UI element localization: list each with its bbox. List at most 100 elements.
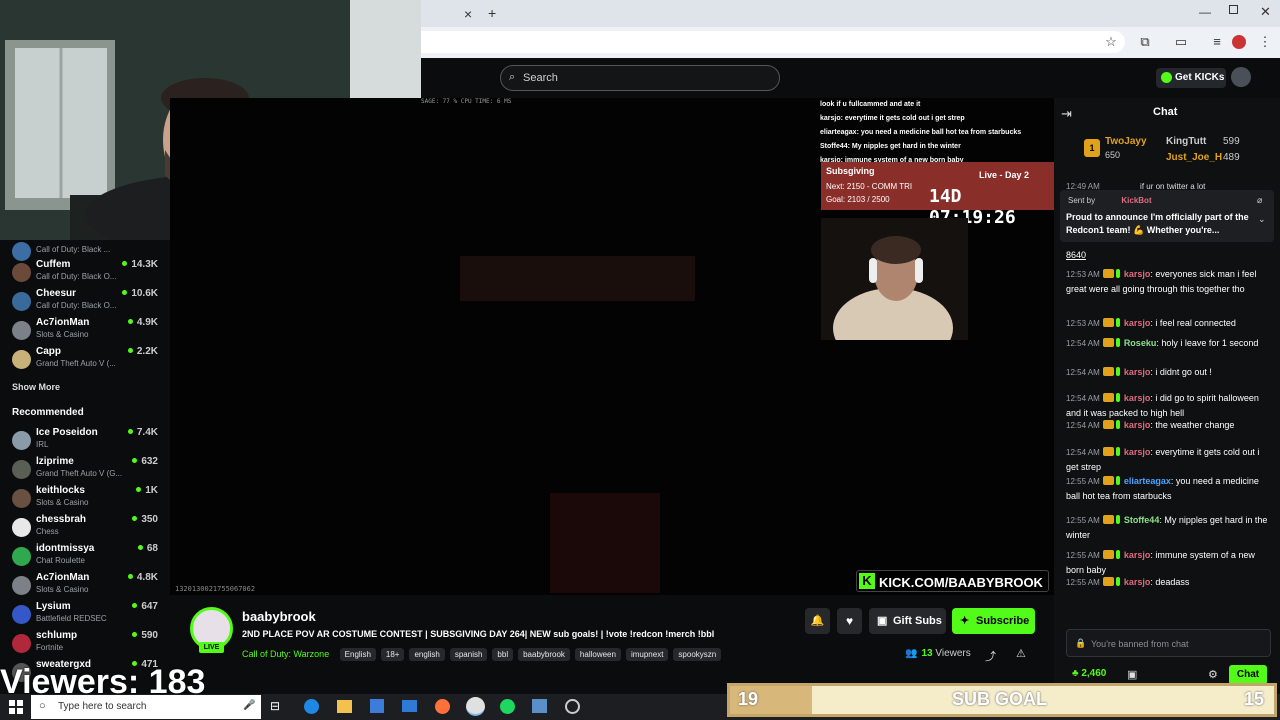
badge-icon xyxy=(1115,318,1120,327)
collapse-chat-icon[interactable]: ⇥ xyxy=(1061,106,1072,122)
gift-subs-button[interactable]: ▣ Gift Subs xyxy=(869,608,946,634)
follow-button[interactable]: ♥ xyxy=(837,608,862,634)
chevron-down-icon[interactable]: ⌄ xyxy=(1258,214,1266,225)
spotify-icon[interactable] xyxy=(500,699,515,714)
app-icon[interactable] xyxy=(532,699,547,713)
overlay-chat-line: eliarteagax: you need a medicine ball ho… xyxy=(820,129,1022,136)
sidebar-item-category: Call of Duty: Black O... xyxy=(36,272,117,281)
sidebar-item-category: IRL xyxy=(36,440,49,449)
search-icon: ⌕ xyxy=(509,71,516,83)
tag-chip[interactable]: imupnext xyxy=(625,648,669,661)
tag-chip[interactable]: English xyxy=(339,648,376,661)
minimize-button[interactable]: — xyxy=(1199,5,1211,19)
tag-chip[interactable]: english xyxy=(409,648,445,661)
gift-icon[interactable]: ▣ xyxy=(1127,668,1137,681)
chat-username[interactable]: Stoffe44 xyxy=(1124,515,1160,525)
address-bar[interactable] xyxy=(421,31,1125,53)
chrome-icon[interactable] xyxy=(466,697,485,716)
chat-username[interactable]: karsjo xyxy=(1124,550,1151,560)
report-icon[interactable]: ⚠ xyxy=(1016,647,1026,660)
sidebar-item-ac7ionman[interactable]: Ac7ionMan Slots & Casino 4.9K xyxy=(0,317,170,346)
tag-chip[interactable]: bbl xyxy=(492,648,514,661)
live-badge: LIVE xyxy=(199,642,224,653)
pinned-message[interactable]: Sent by KickBot Proud to announce I'm of… xyxy=(1060,190,1274,242)
channel-points[interactable]: ♣ 2,460 xyxy=(1072,668,1106,679)
sub-badge-icon xyxy=(1102,515,1114,524)
sidebar-item-idontmissya[interactable]: idontmissya Chat Roulette 68 xyxy=(0,543,170,572)
send-chat-button[interactable]: Chat xyxy=(1229,665,1267,685)
sidebar-item-ice-poseidon[interactable]: Ice Poseidon IRL 7.4K xyxy=(0,427,170,456)
settings-gear-icon[interactable]: ⚙ xyxy=(1208,668,1218,681)
chat-username[interactable]: karsjo xyxy=(1124,393,1151,403)
extensions-icon[interactable]: ⧉ xyxy=(1137,35,1153,49)
restore-button[interactable] xyxy=(1229,5,1238,14)
channel-avatar xyxy=(12,605,31,624)
microphone-icon[interactable]: 🎤 xyxy=(243,700,255,711)
firefox-icon[interactable] xyxy=(435,699,450,714)
badge-icon xyxy=(1115,476,1120,485)
sidebar-item-ac7ionman-rec[interactable]: Ac7ionMan Slots & Casino 4.8K xyxy=(0,572,170,601)
chat-username[interactable]: Roseku xyxy=(1124,338,1157,348)
reading-list-icon[interactable]: ≡ xyxy=(1209,35,1225,49)
sidebar-item-cheesur[interactable]: Cheesur Call of Duty: Black O... 10.6K xyxy=(0,288,170,317)
tag-chip[interactable]: spookyszn xyxy=(673,648,722,661)
task-view-icon[interactable]: ⊟ xyxy=(270,699,280,713)
search-input[interactable]: ⌕ Search xyxy=(500,65,780,91)
chat-username[interactable]: karsjo xyxy=(1124,269,1151,279)
sidebar-item-capp[interactable]: Capp Grand Theft Auto V (... 2.2K xyxy=(0,346,170,375)
sent-by-label: Sent by xyxy=(1068,196,1096,205)
category-link[interactable]: Call of Duty: Warzone xyxy=(242,649,329,659)
mail-icon[interactable] xyxy=(402,700,417,712)
sidebar-item-schlump[interactable]: schlump Fortnite 590 xyxy=(0,630,170,659)
sidebar-item-lziprime[interactable]: lziprime Grand Theft Auto V (G... 632 xyxy=(0,456,170,485)
leaderboard-score: 650 xyxy=(1105,150,1121,160)
sidebar-item-lysium[interactable]: Lysium Battlefield REDSEC 647 xyxy=(0,601,170,630)
banned-text: You're banned from chat xyxy=(1091,639,1189,649)
file-explorer-icon[interactable] xyxy=(337,700,352,713)
video-player[interactable]: SAGE: 77 % CPU TIME: 6 MS 13201300217550… xyxy=(170,98,1054,595)
user-avatar[interactable] xyxy=(1231,67,1251,87)
share-icon[interactable]: ⤴ xyxy=(985,648,996,664)
streamer-name[interactable]: baabybrook xyxy=(242,609,316,624)
tag-chip[interactable]: spanish xyxy=(449,648,488,661)
sidebar-item-keithlocks[interactable]: keithlocks Slots & Casino 1K xyxy=(0,485,170,514)
sidebar-item-name: Cheesur xyxy=(36,288,77,299)
tag-chip[interactable]: halloween xyxy=(574,648,621,661)
chat-username[interactable]: karsjo xyxy=(1124,420,1151,430)
chat-message-time: 12:55 AM xyxy=(1066,477,1100,486)
show-more-link[interactable]: Show More xyxy=(12,382,60,392)
subscribe-button[interactable]: ✦ Subscribe xyxy=(952,608,1035,634)
badge-icon xyxy=(1115,515,1120,524)
tab-close-icon[interactable]: × xyxy=(464,6,472,22)
store-icon[interactable] xyxy=(370,699,384,713)
gift-icon: ▣ xyxy=(877,615,888,627)
tag-chip[interactable]: 18+ xyxy=(380,648,405,661)
window-close-button[interactable]: ✕ xyxy=(1260,4,1271,20)
chat-username[interactable]: karsjo xyxy=(1124,318,1151,328)
sidebar: Call of Duty: Black ... Cuffem Call of D… xyxy=(0,240,170,690)
cast-icon[interactable]: ▭ xyxy=(1173,35,1189,49)
taskbar-search-input[interactable]: ○ Type here to search 🎤 xyxy=(31,695,261,719)
windows-start-icon[interactable] xyxy=(9,700,23,714)
chat-input[interactable]: 🔒 You're banned from chat xyxy=(1066,629,1271,657)
browser-tab-bar: × + — ✕ xyxy=(421,0,1280,27)
chat-username[interactable]: karsjo xyxy=(1124,367,1151,377)
sidebar-item-viewers: 4.9K xyxy=(128,317,158,328)
sidebar-item-chessbrah[interactable]: chessbrah Chess 350 xyxy=(0,514,170,543)
edge-icon[interactable] xyxy=(304,699,319,714)
obs-icon[interactable] xyxy=(565,699,580,714)
sidebar-item-name: Capp xyxy=(36,346,61,357)
new-tab-button[interactable]: + xyxy=(488,5,496,21)
unpin-icon[interactable]: ⌀ xyxy=(1257,195,1262,206)
notification-bell-button[interactable]: 🔔 xyxy=(805,608,830,634)
get-kicks-button[interactable]: Get KICKs xyxy=(1156,68,1226,88)
chat-username[interactable]: karsjo xyxy=(1124,577,1151,587)
chat-username[interactable]: karsjo xyxy=(1124,447,1151,457)
star-icon[interactable]: ☆ xyxy=(1103,35,1119,49)
sidebar-item-cuffem[interactable]: Cuffem Call of Duty: Black O... 14.3K xyxy=(0,259,170,288)
tag-chip[interactable]: baabybrook xyxy=(518,648,570,661)
profile-avatar[interactable] xyxy=(1232,35,1246,49)
chat-username[interactable]: eliarteagax xyxy=(1124,476,1171,486)
recommended-heading: Recommended xyxy=(12,407,84,418)
menu-icon[interactable]: ⋮ xyxy=(1257,35,1273,49)
